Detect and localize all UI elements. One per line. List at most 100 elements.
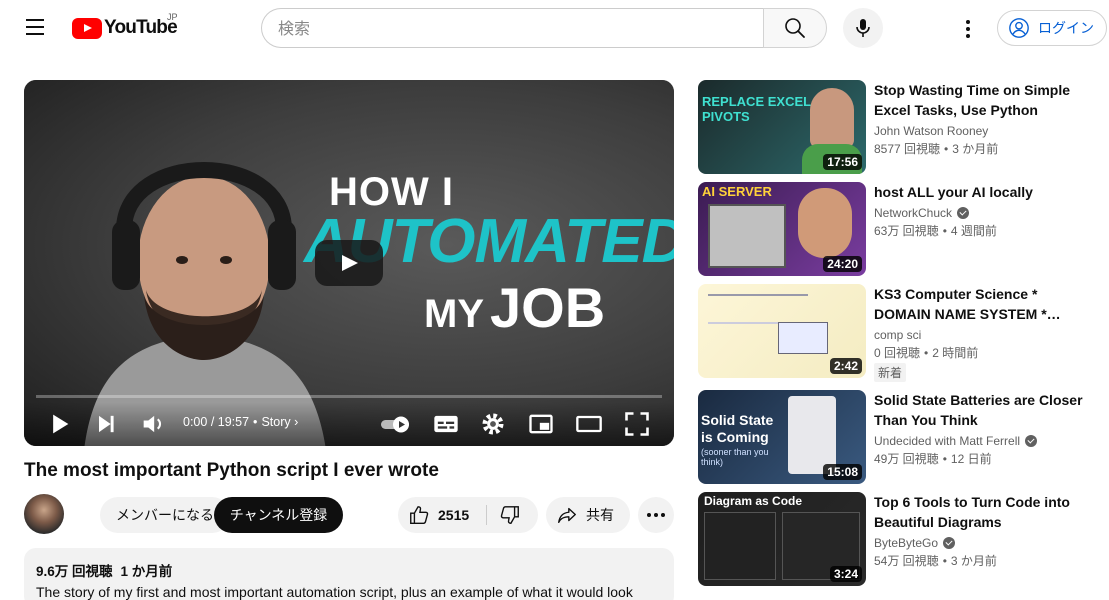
verified-icon bbox=[943, 537, 956, 549]
video-player[interactable]: HOW I AUTOMATED MY JOB 0:00 / 19:57 • Story… bbox=[24, 80, 674, 446]
time-total: 19:57 bbox=[217, 415, 250, 429]
rec-views: 54万 回視聴 bbox=[874, 554, 939, 568]
rec-thumb-box bbox=[778, 322, 828, 354]
microphone-icon bbox=[856, 19, 870, 37]
rec-duration: 15:08 bbox=[823, 464, 862, 480]
description-meta: 9.6万 回視聴 1 か月前 bbox=[36, 560, 662, 580]
recommendation-item[interactable]: Diagram as Code 3:24 Top 6 Tools to Turn… bbox=[698, 492, 1098, 586]
rec-meta: 0 回視聴2 時間前 bbox=[874, 344, 1098, 361]
large-play-button[interactable] bbox=[315, 240, 383, 286]
youtube-logo[interactable]: YouTube bbox=[72, 16, 178, 40]
more-actions-button[interactable] bbox=[638, 497, 674, 533]
subscribe-button[interactable]: チャンネル登録 bbox=[214, 497, 343, 533]
miniplayer-icon[interactable] bbox=[527, 410, 555, 438]
dislike-button[interactable] bbox=[487, 497, 538, 533]
rec-title: Top 6 Tools to Turn Code into Beautiful … bbox=[874, 494, 1070, 530]
theater-mode-icon[interactable] bbox=[575, 410, 603, 438]
fullscreen-icon[interactable] bbox=[623, 410, 651, 438]
rec-age: 12 日前 bbox=[939, 452, 992, 466]
rec-channel: NetworkChuck bbox=[874, 206, 1098, 220]
rec-meta: 54万 回視聴3 か月前 bbox=[874, 552, 1098, 569]
rec-channel: Undecided with Matt Ferrell bbox=[874, 434, 1098, 448]
recommendation-item[interactable]: 2:42 KS3 Computer Science * DOMAIN NAME … bbox=[698, 284, 1098, 382]
more-horizontal-icon bbox=[647, 513, 651, 517]
rec-meta: 8577 回視聴3 か月前 bbox=[874, 140, 1098, 157]
view-count: 9.6万 回視聴 bbox=[36, 564, 113, 579]
search-input[interactable] bbox=[262, 9, 764, 47]
rec-info: KS3 Computer Science * DOMAIN NAME SYSTE… bbox=[874, 284, 1098, 382]
time-display: 0:00 / 19:57 • Story › bbox=[183, 415, 299, 429]
rec-thumbnail: AI SERVER 24:20 bbox=[698, 182, 866, 276]
rec-views: 63万 回視聴 bbox=[874, 224, 939, 238]
rec-info: Stop Wasting Time on Simple Excel Tasks,… bbox=[874, 80, 1098, 157]
progress-bar[interactable] bbox=[36, 395, 662, 398]
upload-age: 1 か月前 bbox=[120, 564, 173, 579]
rec-channel: comp sci bbox=[874, 328, 1098, 342]
recommendation-item[interactable]: AI SERVER 24:20 host ALL your AI locally… bbox=[698, 182, 1098, 276]
rec-age: 3 か月前 bbox=[939, 554, 997, 568]
rec-info: Top 6 Tools to Turn Code into Beautiful … bbox=[874, 492, 1098, 569]
volume-icon[interactable] bbox=[139, 410, 167, 438]
search-box bbox=[261, 8, 764, 48]
rec-views: 8577 回視聴 bbox=[874, 142, 941, 156]
youtube-play-icon bbox=[72, 17, 102, 39]
like-button[interactable]: 2515 bbox=[398, 497, 486, 533]
rec-thumb-diagram bbox=[704, 512, 776, 580]
rec-duration: 3:24 bbox=[829, 566, 862, 582]
rec-thumb-text: REPLACE EXCEL PIVOTS bbox=[702, 94, 811, 124]
rec-duration: 2:42 bbox=[829, 358, 862, 374]
rec-thumbnail: Solid State is Coming (sooner than you t… bbox=[698, 390, 866, 484]
rec-channel-name: ByteByteGo bbox=[874, 536, 939, 550]
rec-title: Solid State Batteries are Closer Than Yo… bbox=[874, 392, 1083, 428]
like-count: 2515 bbox=[438, 507, 470, 523]
rec-channel: ByteByteGo bbox=[874, 536, 1098, 550]
settings-gear-icon[interactable] bbox=[479, 410, 507, 438]
player-controls: 0:00 / 19:57 • Story › bbox=[24, 402, 674, 446]
description-box[interactable]: 9.6万 回視聴 1 か月前 The story of my first and … bbox=[24, 548, 674, 600]
autoplay-toggle[interactable] bbox=[379, 410, 415, 438]
video-title: The most important Python script I ever … bbox=[24, 460, 439, 481]
thumbs-down-icon bbox=[500, 506, 519, 524]
recommendation-item[interactable]: REPLACE EXCEL PIVOTS 17:56 Stop Wasting … bbox=[698, 80, 1098, 174]
play-icon[interactable] bbox=[45, 410, 73, 438]
rec-thumb-diagram bbox=[708, 294, 808, 324]
rec-thumbnail: Diagram as Code 3:24 bbox=[698, 492, 866, 586]
masthead: YouTube JP ログイン bbox=[0, 0, 1109, 56]
channel-avatar[interactable] bbox=[24, 494, 64, 534]
rec-duration: 24:20 bbox=[823, 256, 862, 272]
join-button[interactable]: メンバーになる bbox=[100, 497, 230, 533]
rec-age: 2 時間前 bbox=[920, 346, 978, 360]
guide-menu-button[interactable] bbox=[20, 14, 52, 42]
rec-thumbnail: 2:42 bbox=[698, 284, 866, 378]
like-dislike-group: 2515 bbox=[398, 497, 538, 533]
rec-channel-name: NetworkChuck bbox=[874, 206, 953, 220]
next-icon[interactable] bbox=[92, 410, 120, 438]
rec-title: Stop Wasting Time on Simple Excel Tasks,… bbox=[874, 82, 1071, 118]
rec-thumb-subtext: (sooner than you think) bbox=[701, 447, 769, 467]
verified-icon bbox=[1025, 435, 1038, 447]
account-icon bbox=[1009, 18, 1029, 38]
rec-duration: 17:56 bbox=[823, 154, 862, 170]
rec-thumbnail: REPLACE EXCEL PIVOTS 17:56 bbox=[698, 80, 866, 174]
rec-views: 0 回視聴 bbox=[874, 346, 921, 360]
voice-search-button[interactable] bbox=[843, 8, 883, 48]
search-button[interactable] bbox=[763, 8, 827, 48]
subtitles-icon[interactable] bbox=[432, 410, 460, 438]
rec-channel-name: John Watson Rooney bbox=[874, 124, 989, 138]
rec-thumb-text: AI SERVER bbox=[702, 184, 772, 199]
thumbs-up-icon bbox=[410, 506, 429, 524]
rec-meta: 63万 回視聴4 週間前 bbox=[874, 222, 1098, 239]
time-current: 0:00 bbox=[183, 415, 208, 429]
recommendation-item[interactable]: Solid State is Coming (sooner than you t… bbox=[698, 390, 1098, 484]
login-button[interactable]: ログイン bbox=[997, 10, 1107, 46]
settings-menu-button[interactable] bbox=[956, 14, 980, 42]
chapter-title[interactable]: Story bbox=[261, 415, 290, 429]
rec-thumb-server bbox=[708, 204, 786, 268]
rec-thumb-person bbox=[810, 88, 854, 148]
search-icon bbox=[785, 18, 805, 38]
share-button[interactable]: 共有 bbox=[546, 497, 630, 533]
region-code: JP bbox=[167, 12, 178, 22]
share-icon bbox=[558, 507, 576, 524]
more-vertical-icon bbox=[966, 20, 970, 24]
verified-icon bbox=[957, 207, 970, 219]
